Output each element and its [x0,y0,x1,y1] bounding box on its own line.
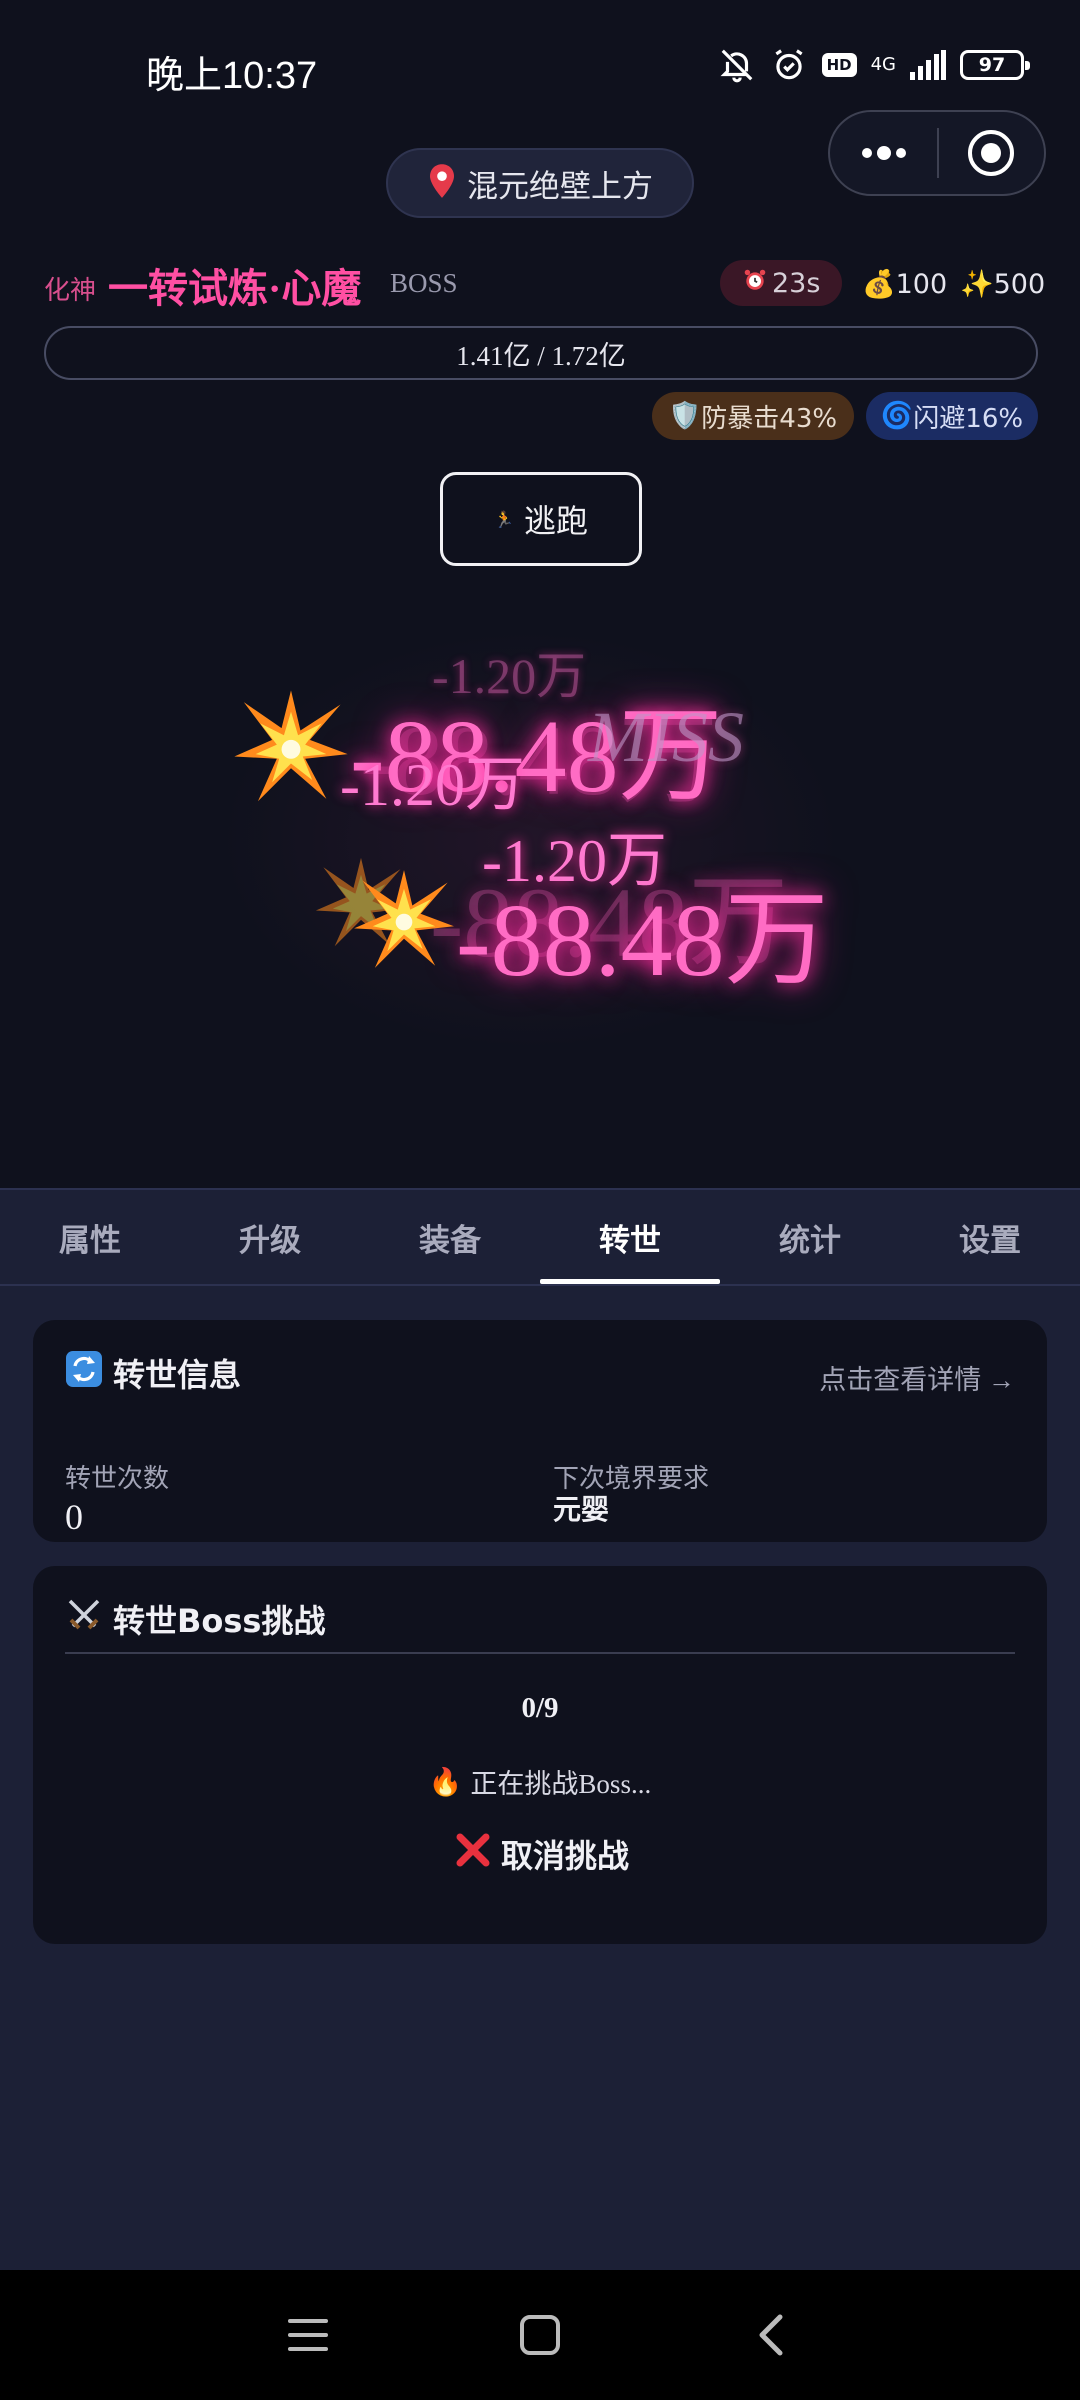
home-square-icon [520,2315,560,2355]
location-chip[interactable]: 混元绝壁上方 [386,148,694,218]
status-time: 晚上10:37 [146,55,318,97]
boss-header: 化神 一转试炼·心魔 BOSS 23s 💰100 ✨500 [44,256,1045,312]
cyclone-icon: 🌀 [880,401,914,431]
cancel-challenge-label: 取消挑战 [500,1837,629,1875]
running-icon: 🏃 [494,509,514,529]
tab-attributes[interactable]: 属性 [0,1190,180,1284]
flee-button[interactable]: 🏃 逃跑 [440,472,642,566]
boss-challenge-title-text: 转世Boss挑战 [113,1602,326,1640]
hp-text: 1.41亿 / 1.72亿 [456,340,626,371]
cross-mark-icon [455,1832,491,1876]
timer-value: 23s [772,267,821,299]
status-icons: HD 4G 97 [718,46,1030,84]
hp-fill [46,328,858,378]
tab-settings[interactable]: 设置 [900,1190,1080,1284]
bell-off-icon [718,46,756,84]
crit-resist-badge: 🛡️ 防暴击43% [652,392,854,440]
tab-upgrade[interactable]: 升级 [180,1190,360,1284]
signal-icon [910,50,946,80]
target-icon [968,130,1015,176]
back-chevron-icon [759,2314,783,2356]
battery-icon: 97 [960,50,1030,80]
rebirth-info-card: 转世信息 点击查看详情 → 转世次数 0 下次境界要求 元婴 [33,1320,1047,1542]
gold-value: 100 [895,269,948,300]
tab-content: 转世信息 点击查看详情 → 转世次数 0 下次境界要求 元婴 转世Boss挑战 … [0,1286,1080,2270]
more-dots-icon [861,146,906,160]
damage-number-small: -1.20万 [340,752,525,818]
timer-badge: 23s [720,260,843,306]
battle-area: -1.20万 -88.48万 -88.48万 MISS -1.20万 -1.20… [0,590,1080,1186]
sparkles-icon: ✨ [960,269,994,300]
dodge-value: 闪避16% [913,403,1024,434]
cancel-challenge-button[interactable]: 取消挑战 [453,1824,631,1884]
boss-name: 一转试炼·心魔 [108,266,362,311]
dodge-badge: 🌀 闪避16% [866,392,1038,440]
tab-bar: 属性 升级 装备 转世 统计 设置 [0,1188,1080,1286]
challenge-status-text: 正在挑战Boss... [470,1769,652,1799]
battery-level: 97 [978,54,1006,76]
hd-icon: HD [821,53,857,77]
rebirth-info-title-text: 转世信息 [113,1356,242,1394]
pin-icon [427,163,457,203]
crossed-swords-icon [65,1596,103,1642]
alarm-clock-icon [742,267,768,300]
explosion-icon [354,870,454,968]
challenge-progress: 0/9 [521,1692,559,1724]
rebirth-info-title: 转世信息 [65,1350,241,1396]
damage-number-big: -88.48万 [456,883,829,998]
fire-icon: 🔥 [428,1766,463,1797]
more-button[interactable] [830,112,937,194]
home-button[interactable] [424,2270,656,2400]
repeat-icon [65,1350,103,1396]
tab-statistics[interactable]: 统计 [720,1190,900,1284]
rebirth-boss-card: 转世Boss挑战 0/9 🔥 正在挑战Boss... 取消挑战 [33,1566,1047,1944]
recents-button[interactable] [192,2270,424,2400]
miss-text: MISS [588,697,744,777]
exp-value: 500 [993,269,1046,300]
next-realm-value: 元婴 [553,1495,610,1526]
alarm-icon [770,46,808,84]
menu-icon [288,2319,328,2351]
tab-rebirth[interactable]: 转世 [540,1190,720,1284]
gold-reward: 💰100 [862,268,947,300]
close-miniprogram-button[interactable] [939,112,1044,194]
rebirth-count-value: 0 [65,1497,83,1537]
tab-equipment[interactable]: 装备 [360,1190,540,1284]
rebirth-count-label: 转世次数 [65,1464,170,1494]
system-nav-bar [0,2270,1080,2400]
explosion-icon [234,690,348,802]
challenge-status: 🔥 正在挑战Boss... [33,1762,1047,1801]
miniprogram-capsule [828,110,1046,196]
boss-hp-bar: 1.41亿 / 1.72亿 [44,326,1038,380]
location-label: 混元绝壁上方 [467,168,653,204]
shield-icon: 🛡️ [668,401,702,431]
network-label: 4G [870,54,896,75]
exp-reward: ✨500 [960,268,1045,300]
boss-challenge-title: 转世Boss挑战 [65,1596,325,1642]
money-bag-icon: 💰 [862,269,896,300]
back-button[interactable] [656,2270,888,2400]
boss-tag: BOSS [390,268,458,298]
crit-resist-value: 防暴击43% [701,403,838,434]
view-details-link[interactable]: 点击查看详情 → [819,1358,1015,1397]
boss-realm: 化神 [44,276,97,306]
card-divider [65,1652,1015,1654]
flee-label: 逃跑 [523,502,588,540]
